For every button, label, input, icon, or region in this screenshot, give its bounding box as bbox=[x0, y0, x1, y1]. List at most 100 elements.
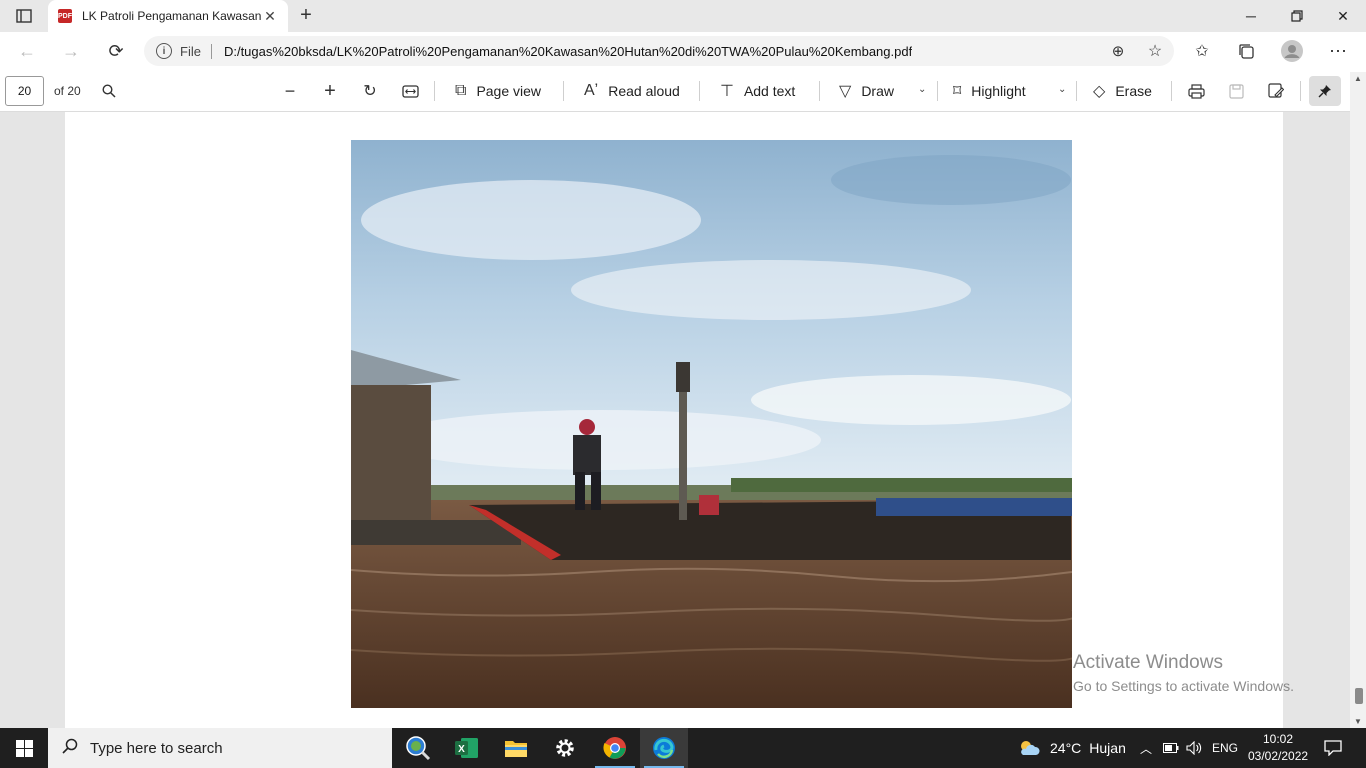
start-button[interactable] bbox=[0, 728, 48, 768]
excel-icon: X bbox=[455, 738, 478, 758]
pdf-viewer[interactable] bbox=[0, 112, 1366, 728]
avatar-icon bbox=[1281, 40, 1303, 62]
watermark-title: Activate Windows bbox=[1073, 652, 1223, 673]
zoom-out-icon[interactable]: − bbox=[277, 78, 303, 104]
draw-button[interactable]: ▽ Draw bbox=[839, 78, 894, 104]
close-window-button[interactable]: ✕ bbox=[1320, 0, 1366, 32]
save-icon[interactable] bbox=[1223, 78, 1249, 104]
watermark-subtitle: Go to Settings to activate Windows. bbox=[1073, 678, 1294, 694]
tab-actions-button[interactable] bbox=[10, 6, 38, 26]
scroll-down-arrow-icon[interactable]: ▼ bbox=[1354, 717, 1362, 726]
battery-icon[interactable] bbox=[1163, 728, 1179, 768]
eraser-icon: ◇ bbox=[1093, 83, 1106, 100]
restore-button[interactable] bbox=[1274, 0, 1320, 32]
collections-icon bbox=[1238, 43, 1254, 59]
vertical-scrollbar[interactable]: ▲ ▼ bbox=[1350, 72, 1366, 728]
profile-avatar[interactable] bbox=[1279, 38, 1305, 64]
highlight-button[interactable]: ⌑ Highlight bbox=[953, 78, 1026, 104]
taskbar-app-edge[interactable] bbox=[640, 728, 688, 768]
notification-center-button[interactable] bbox=[1318, 736, 1348, 760]
erase-label: Erase bbox=[1115, 83, 1152, 99]
input-language-indicator[interactable]: ENG bbox=[1212, 728, 1238, 768]
system-clock[interactable]: 10:02 03/02/2022 bbox=[1248, 731, 1308, 765]
read-aloud-icon: A͏ʼ bbox=[584, 82, 599, 99]
page-number-input[interactable]: 20 bbox=[5, 76, 44, 106]
page-view-button[interactable]: ⧉ Page view bbox=[455, 78, 541, 104]
page-view-icon: ⧉ bbox=[455, 82, 467, 99]
toolbar-divider bbox=[1171, 81, 1172, 101]
favorites-icon[interactable]: ✩ bbox=[1189, 38, 1215, 64]
page-count: of 20 bbox=[54, 84, 81, 98]
refresh-button[interactable]: ⟳ bbox=[103, 38, 129, 64]
zoom-icon[interactable]: ⊕ bbox=[1105, 38, 1131, 64]
weather-description: Hujan bbox=[1089, 740, 1126, 756]
fit-to-width-icon[interactable] bbox=[397, 78, 423, 104]
taskbar-search-box[interactable]: Type here to search bbox=[48, 728, 392, 768]
erase-button[interactable]: ◇ Erase bbox=[1093, 78, 1152, 104]
scroll-up-arrow-icon[interactable]: ▲ bbox=[1354, 74, 1362, 83]
toolbar-divider bbox=[434, 81, 435, 101]
back-button[interactable]: ← bbox=[14, 38, 40, 64]
forward-button[interactable]: → bbox=[58, 38, 84, 64]
pdf-page bbox=[65, 112, 1283, 728]
magnifier-app-icon bbox=[406, 736, 431, 761]
pin-icon bbox=[1318, 85, 1331, 98]
taskbar-app-magnifier[interactable] bbox=[394, 728, 442, 768]
tab-close-icon[interactable]: ✕ bbox=[262, 8, 278, 25]
river-boat-photo bbox=[351, 140, 1072, 708]
toolbar-divider bbox=[699, 81, 700, 101]
page-view-label: Page view bbox=[476, 83, 542, 99]
new-tab-button[interactable]: + bbox=[294, 4, 318, 28]
add-favorite-icon[interactable]: ☆ bbox=[1142, 38, 1168, 64]
url-text[interactable]: D:/tugas%20bksda/LK%20Patroli%20Pengaman… bbox=[224, 44, 912, 59]
collections-button[interactable] bbox=[1233, 38, 1259, 64]
clock-date: 03/02/2022 bbox=[1248, 749, 1309, 763]
print-icon[interactable] bbox=[1183, 78, 1209, 104]
weather-widget[interactable]: 24°C Hujan bbox=[1018, 728, 1126, 768]
svg-text:X: X bbox=[458, 744, 465, 755]
weather-temperature: 24°C bbox=[1050, 740, 1082, 756]
browser-tab[interactable]: PDF LK Patroli Pengamanan Kawasan ✕ bbox=[48, 0, 288, 32]
highlight-label: Highlight bbox=[971, 83, 1026, 99]
add-text-button[interactable]: ⊤ Add text bbox=[720, 78, 795, 104]
taskbar-app-file-explorer[interactable] bbox=[492, 728, 540, 768]
search-icon bbox=[62, 738, 78, 759]
volume-icon[interactable] bbox=[1186, 728, 1202, 768]
more-menu-icon[interactable]: ⋯ bbox=[1325, 38, 1351, 64]
show-hidden-icons-chevron-icon[interactable]: ︿ bbox=[1140, 728, 1152, 768]
rotate-icon[interactable]: ↻ bbox=[357, 78, 383, 104]
find-icon[interactable] bbox=[96, 78, 122, 104]
toolbar-divider bbox=[1076, 81, 1077, 101]
taskbar: Type here to search X 24°C Hujan ︿ ENG 1… bbox=[0, 728, 1366, 768]
tab-title: LK Patroli Pengamanan Kawasan bbox=[82, 9, 262, 23]
toolbar-divider bbox=[937, 81, 938, 101]
toolbar-divider bbox=[819, 81, 820, 101]
draw-label: Draw bbox=[861, 83, 894, 99]
address-bar[interactable]: i File D:/tugas%20bksda/LK%20Patroli%20P… bbox=[144, 36, 1174, 66]
highlight-options-chevron-icon[interactable]: ⌄ bbox=[1058, 84, 1066, 95]
taskbar-app-settings[interactable] bbox=[541, 728, 589, 768]
taskbar-app-excel[interactable]: X bbox=[443, 728, 491, 768]
activate-windows-watermark: Activate Windows Go to Settings to activ… bbox=[1073, 652, 1294, 694]
scheme-label: File bbox=[180, 43, 212, 59]
taskbar-app-chrome[interactable] bbox=[591, 728, 639, 768]
draw-options-chevron-icon[interactable]: ⌄ bbox=[918, 84, 926, 95]
clock-time: 10:02 bbox=[1262, 732, 1294, 746]
info-icon[interactable]: i bbox=[156, 43, 172, 59]
edge-icon bbox=[653, 737, 675, 759]
zoom-in-icon[interactable]: + bbox=[317, 78, 343, 104]
navigation-bar: ← → ⟳ i File D:/tugas%20bksda/LK%20Patro… bbox=[0, 32, 1366, 70]
weather-cloud-sun-icon bbox=[1021, 741, 1040, 755]
minimize-button[interactable]: ─ bbox=[1228, 0, 1274, 32]
save-as-icon[interactable] bbox=[1263, 78, 1289, 104]
pdf-file-icon: PDF bbox=[58, 9, 72, 23]
add-text-label: Add text bbox=[743, 83, 796, 99]
pin-toolbar-button[interactable] bbox=[1309, 76, 1341, 106]
add-text-icon: ⊤ bbox=[720, 83, 734, 100]
chrome-icon bbox=[603, 737, 626, 759]
read-aloud-button[interactable]: A͏ʼ Read aloud bbox=[584, 78, 680, 104]
draw-icon: ▽ bbox=[839, 83, 852, 100]
windows-logo-icon bbox=[15, 739, 33, 757]
scrollbar-thumb[interactable] bbox=[1355, 688, 1363, 704]
search-placeholder: Type here to search bbox=[90, 739, 223, 757]
